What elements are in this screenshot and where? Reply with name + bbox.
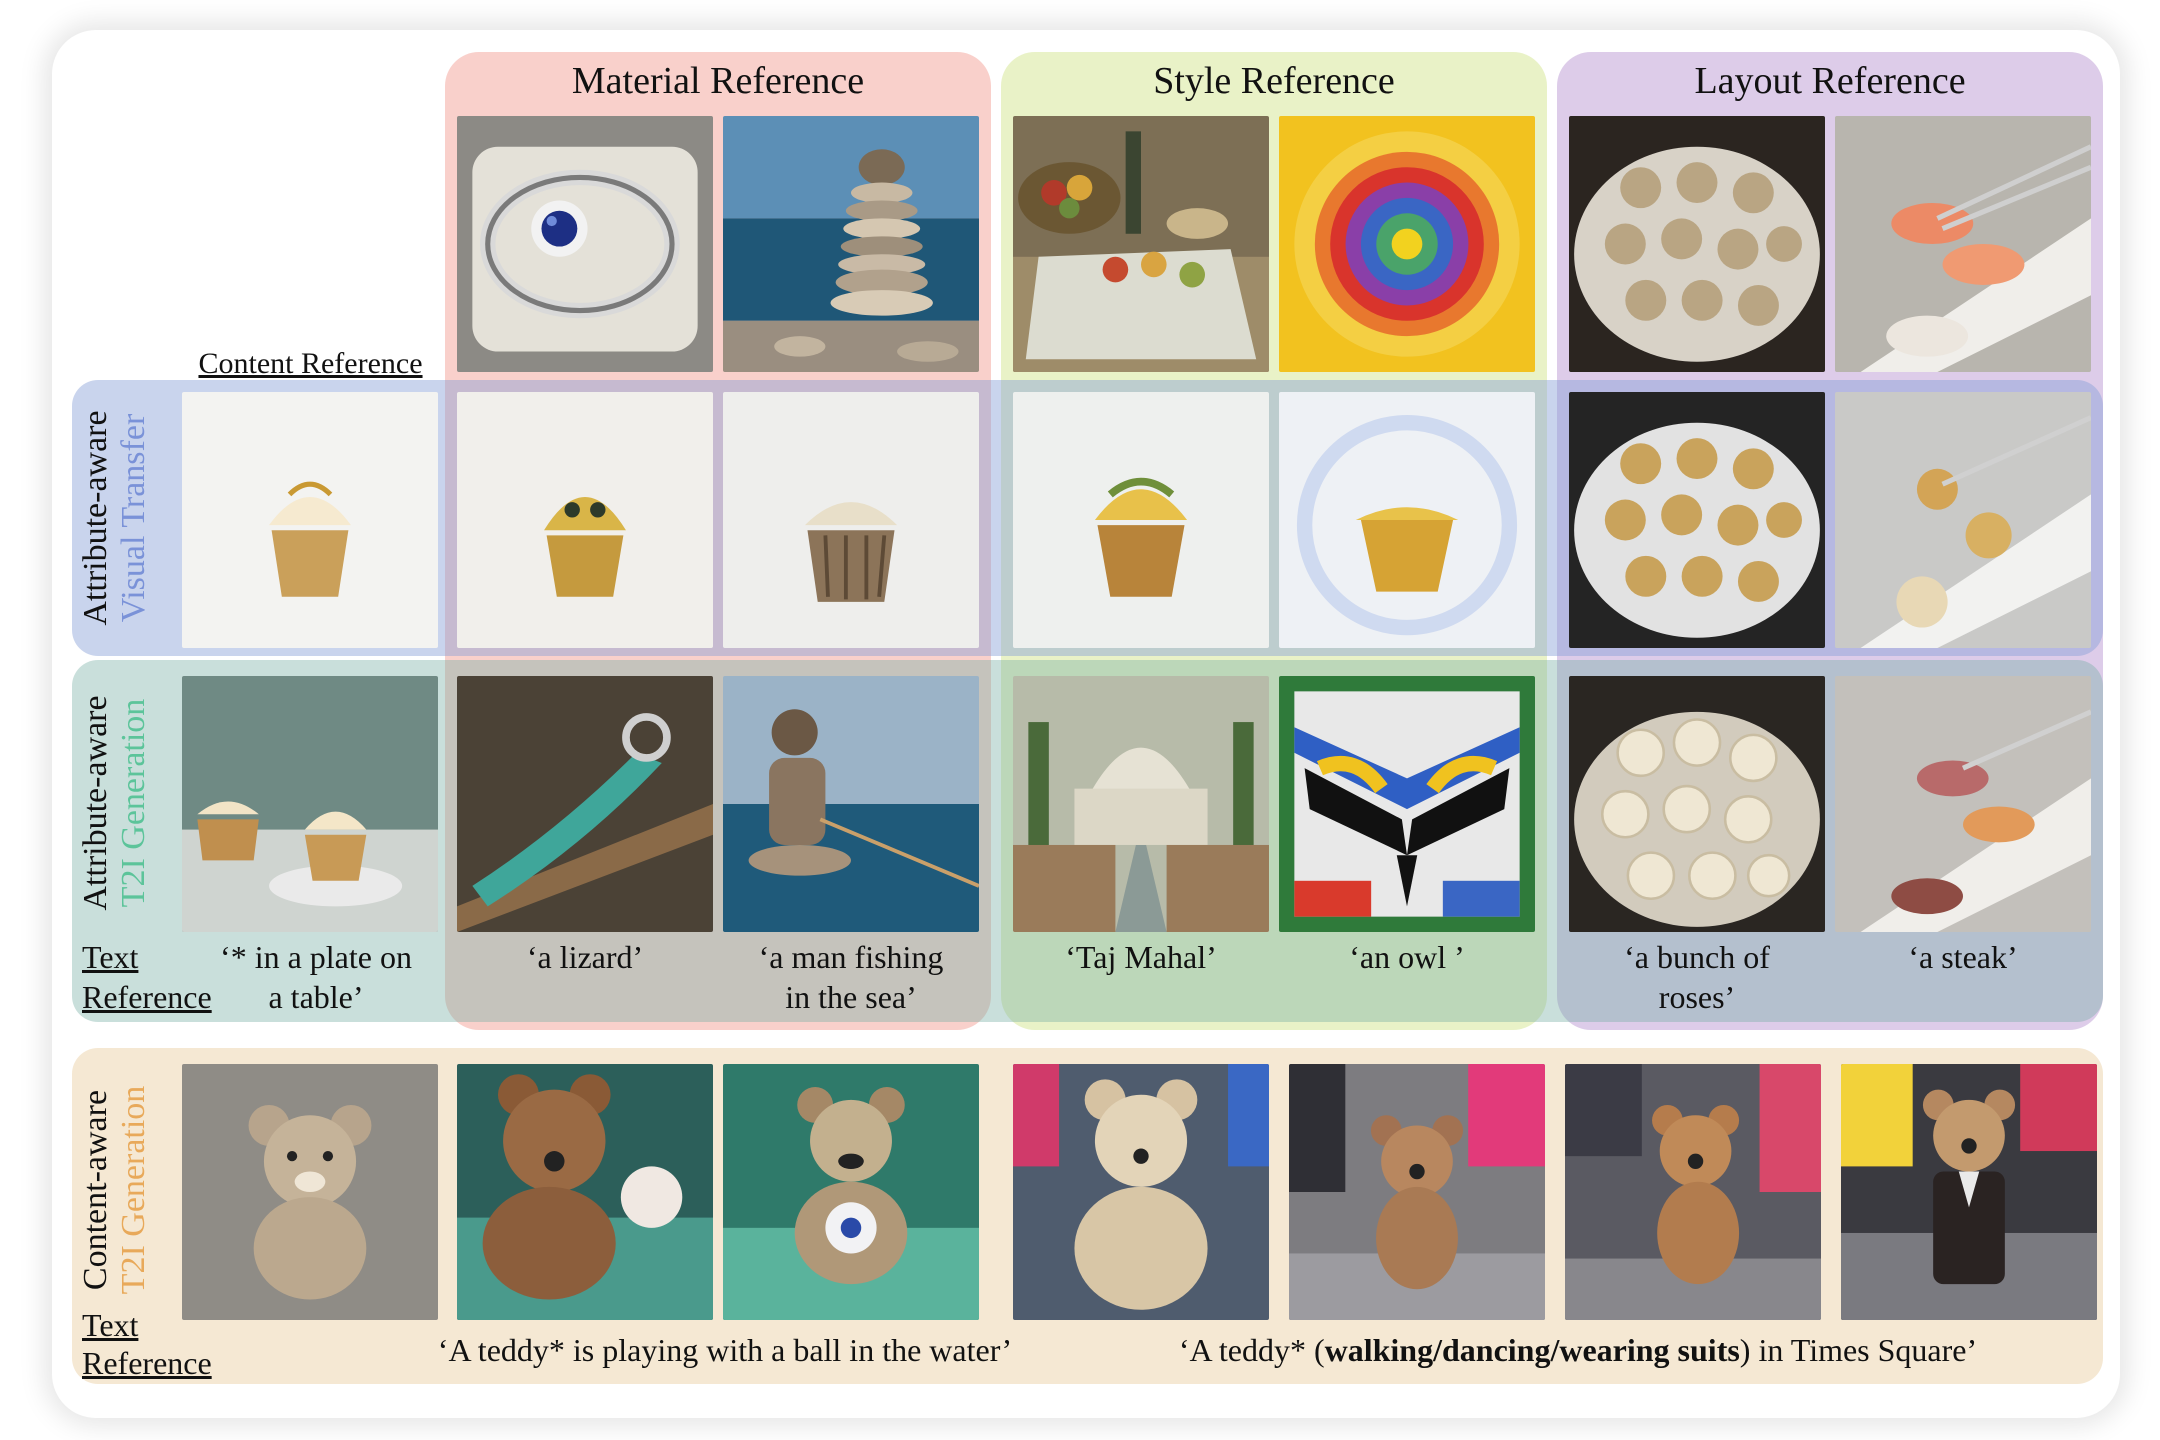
fishing-caption-line1: ‘a man fishing	[758, 939, 944, 975]
water-caption: ‘A teddy* is playing with a ball in the …	[437, 1332, 1013, 1368]
times-caption-bold: walking/dancing/wearing suits	[1324, 1332, 1740, 1368]
roses-caption: ‘a bunch of roses’	[1569, 937, 1825, 1017]
teddy-times-square-output-1	[1013, 1064, 1269, 1320]
content-caption-line1: ‘* in a plate on	[220, 939, 412, 975]
steak-sushi-output	[1835, 676, 2091, 932]
style-reference-title: Style Reference	[1153, 60, 1395, 102]
content-aware-line2: T2I Generation	[115, 1085, 152, 1295]
roses-dumplings-output	[1569, 676, 1825, 932]
content-reference-label: Content Reference	[198, 347, 423, 380]
still-life-style-image	[1013, 116, 1269, 372]
taj-mahal-still-life-output	[1013, 676, 1269, 932]
stones-material-image	[723, 116, 979, 372]
lizard-ring-output	[457, 676, 713, 932]
ring-cupcake-output	[457, 392, 713, 648]
taj-caption: ‘Taj Mahal’	[1065, 939, 1217, 975]
mosaic-cupcake-output	[1279, 392, 1535, 648]
stones-cupcake-output	[723, 392, 979, 648]
teddy-ball-water-output-2	[723, 1064, 979, 1320]
fishing-caption: ‘a man fishing in the sea’	[723, 937, 979, 1017]
teddy-times-square-output-4	[1841, 1064, 2097, 1320]
visual-transfer-line1: Attribute-aware	[77, 410, 114, 626]
visual-transfer-row-label: Attribute-aware Visual Transfer	[77, 408, 187, 628]
times-caption-prefix: ‘A teddy* (	[1178, 1332, 1325, 1368]
steak-caption: ‘a steak’	[1908, 939, 2018, 975]
t2i-generation-line2: T2I Generation	[115, 698, 152, 908]
still-life-cupcake-output	[1013, 392, 1269, 648]
teddy-content-image	[182, 1064, 438, 1320]
material-reference-title: Material Reference	[571, 60, 865, 102]
owl-mosaic-output	[1279, 676, 1535, 932]
sushi-cupcake-output	[1835, 392, 2091, 648]
t2i-generation-row-label: Attribute-aware T2I Generation	[77, 693, 187, 913]
cupcake-plate-content-image	[182, 676, 438, 932]
mosaic-style-image	[1279, 116, 1535, 372]
fishing-stones-output	[723, 676, 979, 932]
dumplings-cupcake-output	[1569, 392, 1825, 648]
roses-caption-line1: ‘a bunch of	[1624, 939, 1770, 975]
owl-caption: ‘an owl ’	[1349, 939, 1465, 975]
teddy-times-square-output-3	[1565, 1064, 1821, 1320]
times-square-caption: ‘A teddy* (walking/dancing/wearing suits…	[1058, 1330, 2098, 1370]
text-reference-line2-bottom: Reference	[82, 1345, 212, 1381]
text-reference-line1-bottom: Text	[82, 1307, 139, 1343]
sushi-layout-image	[1835, 116, 2091, 372]
ring-material-image	[457, 116, 713, 372]
layout-reference-title: Layout Reference	[1694, 60, 1966, 102]
cupcake-content-image	[182, 392, 438, 648]
content-caption: ‘* in a plate on a table’	[192, 937, 440, 1017]
visual-transfer-line2: Visual Transfer	[115, 413, 152, 623]
content-caption-line2: a table’	[268, 979, 364, 1015]
teddy-ball-water-output-1	[457, 1064, 713, 1320]
teddy-times-square-output-2	[1289, 1064, 1545, 1320]
roses-caption-line2: roses’	[1658, 979, 1736, 1015]
t2i-generation-line1: Attribute-aware	[77, 695, 114, 911]
lizard-caption: ‘a lizard’	[526, 939, 644, 975]
fishing-caption-line2: in the sea’	[785, 979, 917, 1015]
content-aware-row-label: Content-aware T2I Generation	[77, 1080, 187, 1300]
times-caption-suffix: ) in Times Square’	[1739, 1332, 1978, 1368]
dumplings-layout-image	[1569, 116, 1825, 372]
content-aware-line1: Content-aware	[77, 1089, 114, 1291]
